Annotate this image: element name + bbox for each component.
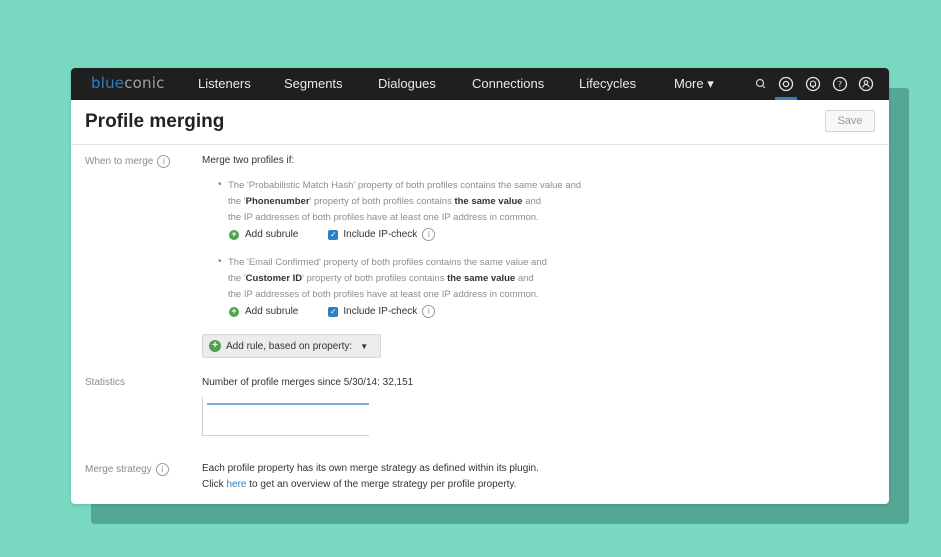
rule-2-line-2-pre: the ' [228,273,246,284]
app-window: blueconic Listeners Segments Dialogues C… [71,68,889,504]
merge-strategy-label-text: Merge strategy [85,464,152,475]
search-icon[interactable] [752,75,770,93]
add-subrule-link[interactable]: Add subrule [245,306,298,317]
caret-down-icon: ▼ [360,341,369,351]
nav-lifecycles[interactable]: Lifecycles [579,76,636,91]
include-ip-label: Include IP-check [343,229,418,240]
top-navbar: blueconic Listeners Segments Dialogues C… [71,68,889,100]
include-ip-checkbox[interactable]: ✓ [328,229,339,240]
add-rule-button[interactable]: + Add rule, based on property: ▼ [202,334,381,358]
info-icon[interactable]: i [422,228,436,241]
info-icon[interactable]: i [422,305,436,318]
rule-2-property[interactable]: Customer ID [246,273,302,284]
add-subrule-link[interactable]: Add subrule [245,229,298,240]
settings-icon[interactable] [777,75,795,93]
merge-strategy-line-1: Each profile property has its own merge … [202,463,539,474]
help-icon[interactable]: ? [831,75,849,93]
rule-2-line-2: the 'Customer ID' property of both profi… [228,273,534,284]
rule-2-line-2-mid: ' property of both profiles contains [302,273,448,284]
rule-1-line-1: The 'Probabilistic Match Hash' property … [228,180,582,191]
nav-listeners[interactable]: Listeners [198,76,251,91]
statistics-label: Statistics [85,377,125,388]
merge-strategy-line-2: Click here to get an overview of the mer… [202,479,516,490]
info-icon[interactable]: i [157,155,171,168]
merge-intro: Merge two profiles if: [202,155,295,166]
statistics-label-text: Statistics [85,377,126,388]
blueconic-logo[interactable]: blueconic [91,74,165,92]
rule-2-line-3: the IP addresses of both profiles have a… [228,289,539,300]
rule-1-line-2-mid: ' property of both profiles contains [309,196,455,207]
nav-dialogues[interactable]: Dialogues [378,76,436,91]
when-to-merge-label-text: When to merge [85,156,154,167]
page-header: Profile merging Save [71,100,889,145]
page-title: Profile merging [85,111,225,132]
info-icon[interactable]: i [155,463,169,476]
statistics-text: Number of profile merges since 5/30/14: … [202,377,414,388]
add-rule-label: Add rule, based on property: [226,340,353,352]
include-ip-checkbox[interactable]: ✓ [328,306,339,317]
merge-strategy-line-2-pre: Click [202,479,227,490]
when-to-merge-label: When to merge i [85,155,171,168]
merge-strategy-here-link[interactable]: here [226,479,246,490]
rule-2-line-1: The 'Email Confirmed' property of both p… [228,257,547,268]
rule-1-actions: + Add subrule ✓ Include IP-check i [229,228,436,241]
rule-1-match-type[interactable]: the same value [454,196,522,207]
nav-connections[interactable]: Connections [472,76,544,91]
nav-segments[interactable]: Segments [284,76,343,91]
include-ip-label: Include IP-check [343,306,418,317]
save-button[interactable]: Save [825,110,875,132]
notifications-icon[interactable] [804,75,822,93]
rule-2-line-2-post: and [515,273,534,284]
merges-chart [202,397,369,436]
merge-strategy-line-2-post: to get an overview of the merge strategy… [246,479,517,490]
plus-icon[interactable]: + [229,229,239,240]
logo-part-conic: conic [124,74,165,92]
rule-1-line-2-pre: the ' [228,196,246,207]
logo-part-blue: blue [91,74,125,92]
rule-bullet: • [218,179,222,190]
rule-2-actions: + Add subrule ✓ Include IP-check i [229,305,436,318]
rule-1-line-3: the IP addresses of both profiles have a… [228,212,539,223]
rule-1-line-2-post: and [522,196,542,207]
user-icon[interactable] [857,75,875,93]
rule-1-line-2: the 'Phonenumber' property of both profi… [228,196,541,207]
plus-icon[interactable]: + [229,306,239,317]
plus-icon: + [209,340,221,352]
rule-bullet: • [218,256,222,267]
merge-strategy-label: Merge strategy i [85,463,169,476]
rule-2-match-type[interactable]: the same value [447,273,515,284]
svg-text:?: ? [838,80,842,89]
merges-chart-svg [207,403,369,405]
rule-1-property[interactable]: Phonenumber [246,196,310,207]
nav-more[interactable]: More ▾ [674,76,714,92]
